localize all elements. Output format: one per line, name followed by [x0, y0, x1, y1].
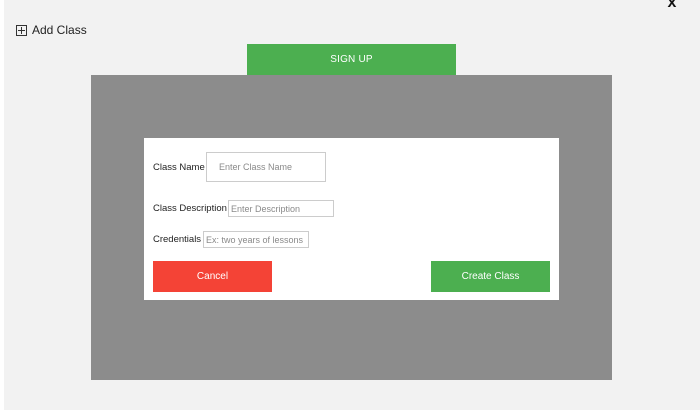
class-description-input[interactable]	[228, 200, 334, 217]
create-class-button[interactable]: Create Class	[431, 261, 550, 292]
tab-sign-up-label: SIGN UP	[330, 54, 373, 65]
credentials-input[interactable]	[203, 231, 309, 248]
close-icon[interactable]: x	[664, 0, 680, 11]
credentials-label: Credentials	[153, 234, 202, 245]
add-class-label: Add Class	[32, 23, 87, 37]
cancel-button-label: Cancel	[196, 271, 229, 282]
create-class-button-label: Create Class	[461, 271, 520, 282]
cancel-button[interactable]: Cancel	[153, 261, 272, 292]
class-name-input[interactable]	[206, 152, 326, 182]
tab-sign-up[interactable]: SIGN UP	[247, 44, 456, 75]
class-description-label: Class Description	[153, 203, 227, 214]
plus-square-icon	[16, 24, 27, 36]
class-name-label: Class Name	[153, 162, 205, 173]
add-class-modal: Class Name Class Description Credentials…	[144, 138, 559, 300]
add-class-button[interactable]: Add Class	[16, 22, 87, 38]
